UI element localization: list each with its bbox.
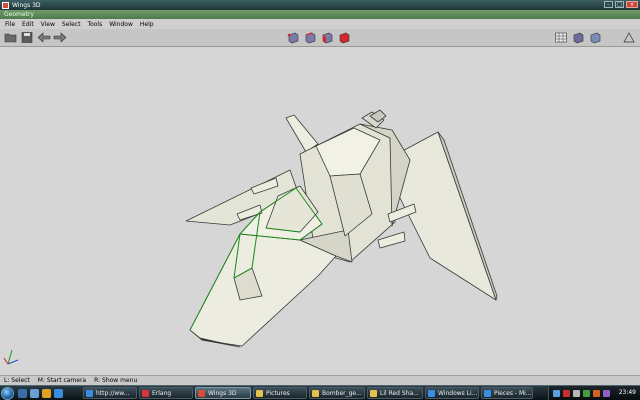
task-pieces[interactable]: Pieces - Mi...: [481, 387, 533, 399]
folder-icon: [312, 390, 319, 397]
network-icon[interactable]: [553, 390, 560, 397]
quicklaunch-desktop-icon[interactable]: [18, 389, 27, 398]
task-pictures[interactable]: Pictures: [253, 387, 307, 399]
toolbar: [0, 29, 640, 47]
edge-mode-icon[interactable]: [303, 31, 317, 44]
body-mode-icon[interactable]: [337, 31, 351, 44]
task-wings3d[interactable]: Wings 3D: [195, 387, 251, 399]
menu-view[interactable]: View: [39, 21, 60, 28]
security-icon[interactable]: [563, 390, 570, 397]
browser-icon: [484, 390, 491, 397]
vertex-mode-icon[interactable]: [286, 31, 300, 44]
app-tray-icon[interactable]: [603, 390, 610, 397]
task-browser[interactable]: http://ww...: [83, 387, 137, 399]
menu-edit[interactable]: Edit: [20, 21, 39, 28]
minimize-button[interactable]: –: [604, 1, 613, 8]
volume-icon[interactable]: [573, 390, 580, 397]
maximize-button[interactable]: □: [615, 1, 624, 8]
wings3d-icon: [198, 390, 205, 397]
status-left-hint: L: Select: [4, 377, 30, 384]
folder-icon: [256, 390, 263, 397]
menu-window[interactable]: Window: [107, 21, 138, 28]
open-folder-icon[interactable]: [4, 31, 18, 44]
folder-icon: [370, 390, 377, 397]
menu-tools[interactable]: Tools: [85, 21, 107, 28]
task-erlang[interactable]: Erlang: [139, 387, 193, 399]
erlang-icon: [142, 390, 149, 397]
smooth-shade-icon[interactable]: [571, 31, 585, 44]
spaceship-model: [3, 109, 498, 365]
status-middle-hint: M: Start camera: [37, 377, 87, 384]
geometry-label: Geometry: [4, 11, 34, 18]
wings-app-icon: [2, 1, 9, 9]
status-right-hint: R: Show menu: [94, 377, 138, 384]
windows-taskbar: http://ww... Erlang Wings 3D Pictures Bo…: [0, 385, 640, 400]
face-mode-icon[interactable]: [320, 31, 334, 44]
quicklaunch-browser-icon[interactable]: [42, 389, 51, 398]
browser-icon: [86, 390, 93, 397]
clock[interactable]: 23:49: [619, 389, 636, 396]
messenger-icon[interactable]: [583, 390, 590, 397]
menu-bar: File Edit View Select Tools Window Help: [0, 19, 640, 29]
axis-gizmo: [3, 349, 19, 365]
task-windows-live[interactable]: Windows Li...: [425, 387, 479, 399]
task-bomber[interactable]: Bomber_ge...: [309, 387, 365, 399]
save-disk-icon[interactable]: [20, 31, 34, 44]
geometry-window-header[interactable]: Geometry: [0, 10, 640, 19]
menu-select[interactable]: Select: [60, 21, 86, 28]
window-title: Wings 3D: [12, 1, 41, 9]
menu-file[interactable]: File: [3, 21, 20, 28]
windows-live-icon: [428, 390, 435, 397]
quicklaunch-ie-icon[interactable]: [54, 389, 63, 398]
system-tray: 23:49: [548, 386, 640, 400]
close-button[interactable]: ✕: [626, 1, 638, 8]
grid-toggle-icon[interactable]: [554, 31, 568, 44]
start-button[interactable]: [1, 387, 14, 400]
update-icon[interactable]: [593, 390, 600, 397]
redo-arrow-icon[interactable]: [53, 31, 67, 44]
window-title-bar[interactable]: Wings 3D – □ ✕: [0, 0, 640, 10]
undo-arrow-icon[interactable]: [37, 31, 51, 44]
wireframe-icon[interactable]: [588, 31, 602, 44]
perspective-icon[interactable]: [622, 31, 636, 44]
quicklaunch-switch-icon[interactable]: [30, 389, 39, 398]
geometry-viewport[interactable]: [0, 47, 640, 375]
status-bar: L: Select M: Start camera R: Show menu: [0, 375, 640, 385]
menu-help[interactable]: Help: [138, 21, 159, 28]
task-lil-red[interactable]: Lil Red Sha...: [367, 387, 423, 399]
